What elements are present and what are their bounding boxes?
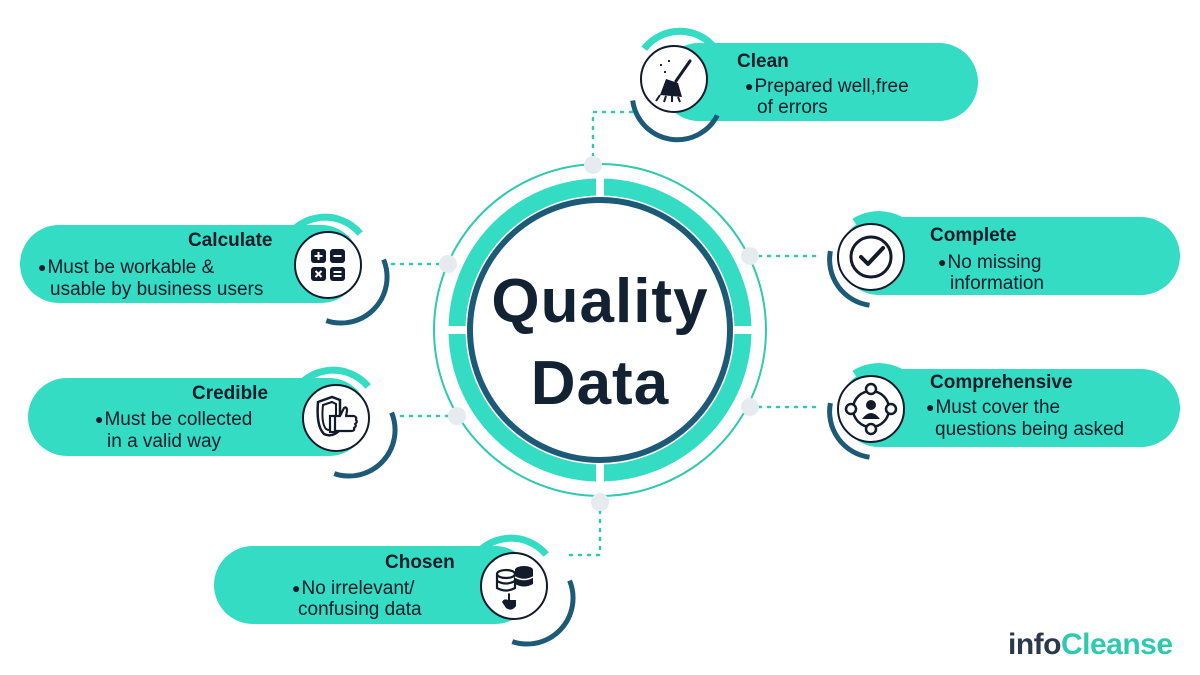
logo-part-info: info bbox=[1008, 628, 1061, 661]
clean-desc-text: Prepared well,free bbox=[754, 76, 909, 97]
chosen-title: Chosen bbox=[385, 552, 455, 573]
calculate-desc-text: Must be workable & bbox=[47, 257, 215, 278]
clean-title: Clean bbox=[737, 51, 789, 72]
clean-desc-line2: of errors bbox=[757, 97, 828, 118]
chosen-desc-line1: ●No irrelevant/ bbox=[292, 578, 415, 599]
complete-title: Complete bbox=[930, 225, 1017, 246]
connector-chosen bbox=[563, 500, 602, 557]
complete-desc-text: No missing bbox=[947, 252, 1042, 273]
node-dot bbox=[439, 255, 457, 273]
comprehensive-desc-text: Must cover the bbox=[935, 397, 1061, 418]
comprehensive-desc-line2: questions being asked bbox=[935, 419, 1125, 440]
center-rings bbox=[386, 110, 817, 557]
node-dot bbox=[584, 156, 602, 174]
logo-part-cleanse: Cleanse bbox=[1060, 628, 1173, 661]
shield-thumbs-up-icon bbox=[302, 384, 370, 452]
node-dot bbox=[741, 398, 759, 416]
connector-clean bbox=[591, 110, 634, 167]
database-select-icon bbox=[480, 552, 548, 620]
credible-desc-text: Must be collected bbox=[104, 409, 253, 430]
credible-desc-line2: in a valid way bbox=[107, 431, 222, 452]
network-person-icon bbox=[837, 375, 905, 443]
infocleanse-logo: infoCleanse bbox=[1008, 628, 1173, 662]
calculate-desc-line1: ●Must be workable & bbox=[38, 257, 215, 278]
node-dot bbox=[591, 493, 609, 511]
clean-desc-line1: ●Prepared well,free bbox=[745, 76, 909, 97]
comprehensive-title: Comprehensive bbox=[930, 372, 1073, 393]
calculate-title: Calculate bbox=[188, 230, 273, 251]
complete-desc-line1: ●No missing bbox=[938, 252, 1042, 273]
calculator-icon bbox=[294, 231, 362, 299]
center-title-line2: Data bbox=[530, 349, 670, 418]
credible-title: Credible bbox=[192, 383, 269, 404]
broom-icon bbox=[640, 45, 708, 113]
complete-desc-line2: information bbox=[950, 273, 1044, 294]
chosen-desc-text: No irrelevant/ bbox=[301, 578, 415, 599]
checkmark-icon bbox=[837, 223, 905, 291]
node-dot bbox=[741, 247, 759, 265]
credible-desc-line1: ●Must be collected bbox=[95, 409, 253, 430]
diagram-stage: Quality Data Clean ●Prepared well,free o… bbox=[0, 0, 1200, 675]
chosen-desc-line2: confusing data bbox=[298, 599, 422, 620]
comprehensive-desc-line1: ●Must cover the bbox=[926, 397, 1061, 418]
calculate-desc-line2: usable by business users bbox=[50, 279, 264, 300]
center-title-line1: Quality bbox=[491, 267, 709, 336]
